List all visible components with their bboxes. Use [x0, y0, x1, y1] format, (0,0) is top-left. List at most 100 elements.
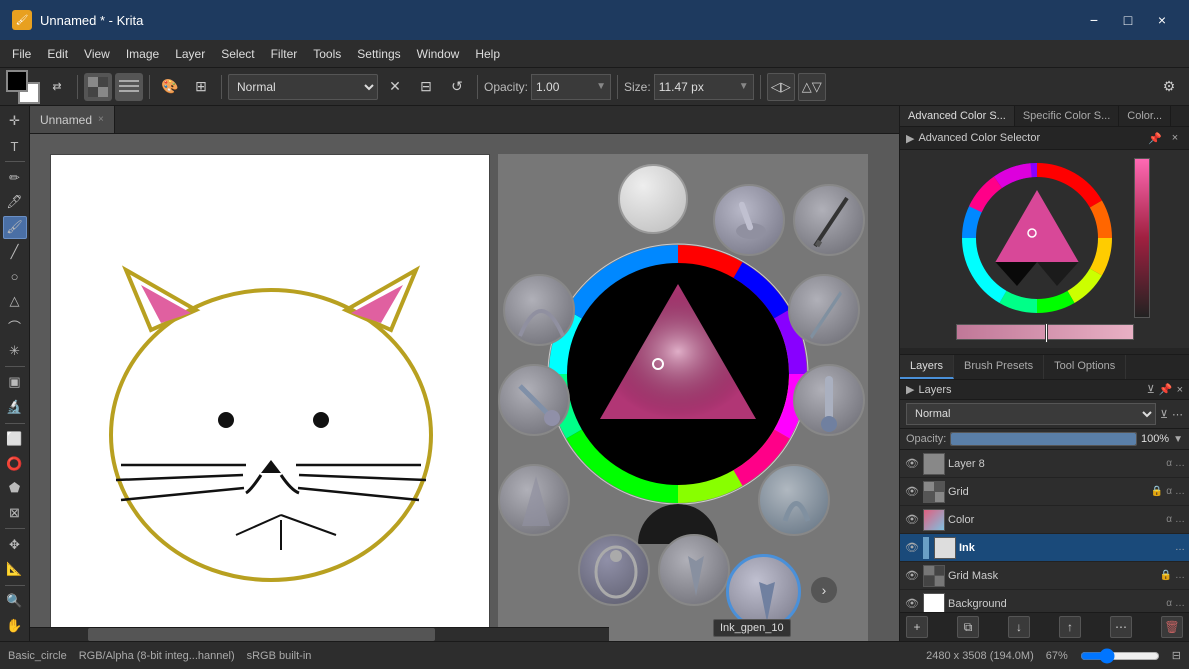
tab-brush-presets[interactable]: Brush Presets — [954, 355, 1044, 379]
tool-select-rect[interactable]: ⬜ — [3, 427, 27, 450]
menu-image[interactable]: Image — [118, 45, 167, 63]
size-spinbox[interactable]: ▼ — [654, 74, 754, 100]
blend-filter-icon[interactable]: ⊻ — [1160, 408, 1168, 421]
menu-help[interactable]: Help — [467, 45, 508, 63]
tool-measure[interactable]: 📐 — [3, 558, 27, 581]
brush-circle-l2[interactable] — [498, 364, 570, 436]
menu-view[interactable]: View — [76, 45, 118, 63]
tab-layers[interactable]: Layers — [900, 355, 954, 379]
layer-item-gridmask[interactable]: 👁 Grid Mask 🔒 … — [900, 562, 1189, 590]
menu-layer[interactable]: Layer — [167, 45, 213, 63]
canvas-transform-button[interactable]: ⊞ — [187, 73, 215, 101]
layers-close-button[interactable]: × — [1177, 384, 1183, 396]
canvas-tab-close[interactable]: × — [98, 114, 104, 125]
blend-mode-select[interactable]: Normal Multiply Screen Overlay — [228, 74, 378, 100]
tool-colorpicker[interactable]: 🔬 — [3, 396, 27, 419]
menu-edit[interactable]: Edit — [39, 45, 76, 63]
layer-eye-background[interactable]: 👁 — [904, 596, 920, 612]
color-tab-color[interactable]: Color... — [1119, 106, 1171, 126]
layer-eye-grid[interactable]: 👁 — [904, 484, 920, 500]
canvas-hscroll[interactable] — [30, 627, 609, 641]
maximize-button[interactable]: □ — [1113, 8, 1143, 32]
swap-colors-button[interactable]: ⇄ — [43, 73, 71, 101]
color-tab-advanced[interactable]: Advanced Color S... — [900, 106, 1015, 126]
tool-transform[interactable]: ✛ — [3, 110, 27, 133]
pattern-button[interactable] — [115, 73, 143, 101]
eraser-button[interactable]: ✕ — [381, 73, 409, 101]
brush-next-button[interactable]: › — [810, 576, 838, 604]
tab-tool-options[interactable]: Tool Options — [1044, 355, 1126, 379]
reset-button[interactable]: ↺ — [443, 73, 471, 101]
opacity-slider[interactable] — [950, 432, 1137, 446]
tool-select-ellipse[interactable]: ⭕ — [3, 452, 27, 475]
tool-fill[interactable]: ▣ — [3, 371, 27, 394]
brush-circle-r1[interactable] — [788, 274, 860, 346]
canvas-tab-unnamed[interactable]: Unnamed × — [30, 106, 115, 133]
layer-eye-ink[interactable]: 👁 — [904, 540, 920, 556]
tool-zoom[interactable]: 🔍 — [3, 590, 27, 613]
layer-item-layer8[interactable]: 👁 Layer 8 α … — [900, 450, 1189, 478]
layer-item-background[interactable]: 👁 Background α … — [900, 590, 1189, 612]
layer-blend-select[interactable]: Normal Multiply Screen — [906, 403, 1156, 425]
alpha-lock-button[interactable]: ⊟ — [412, 73, 440, 101]
checkerboard-button[interactable] — [84, 73, 112, 101]
tool-brush[interactable]: 🖌 — [3, 216, 27, 239]
tool-calligraphy[interactable]: 🖊 — [3, 191, 27, 214]
menu-file[interactable]: File — [4, 45, 39, 63]
color-selector-pin-button[interactable]: 📌 — [1147, 130, 1163, 146]
tool-select-path[interactable]: ⊠ — [3, 502, 27, 525]
layer-properties-button[interactable]: ⋯ — [1110, 616, 1132, 638]
canvas-left[interactable] — [50, 154, 490, 641]
opacity-input[interactable] — [536, 80, 596, 94]
brush-circle-br1[interactable] — [758, 464, 830, 536]
brush-circle-l3[interactable] — [503, 274, 575, 346]
canvas-viewport[interactable]: › Ink_gpen_10 — [30, 134, 899, 641]
layer-item-color[interactable]: 👁 Color α … — [900, 506, 1189, 534]
mirror-v-button[interactable]: △▽ — [798, 73, 826, 101]
layer-duplicate-button[interactable]: ⧉ — [957, 616, 979, 638]
tool-pan[interactable]: ✋ — [3, 614, 27, 637]
brush-circle-l1[interactable] — [498, 464, 570, 536]
brush-circle-top[interactable] — [618, 164, 688, 234]
size-input[interactable] — [659, 80, 734, 94]
menu-settings[interactable]: Settings — [349, 45, 408, 63]
menu-tools[interactable]: Tools — [305, 45, 349, 63]
tool-polygon[interactable]: △ — [3, 290, 27, 313]
brush-circle-r2[interactable] — [793, 364, 865, 436]
hscroll-thumb[interactable] — [88, 628, 435, 641]
color-slider-thumb[interactable] — [1045, 323, 1048, 343]
menu-filter[interactable]: Filter — [263, 45, 306, 63]
layer-delete-button[interactable]: 🗑 — [1161, 616, 1183, 638]
brush-circle-tr2[interactable] — [793, 184, 865, 256]
color-wheel-area[interactable] — [900, 150, 1189, 348]
menu-select[interactable]: Select — [213, 45, 262, 63]
layers-filter-icon[interactable]: ⊻ — [1147, 383, 1155, 396]
layer-item-grid[interactable]: 👁 Grid 🔒 α … — [900, 478, 1189, 506]
menu-window[interactable]: Window — [409, 45, 468, 63]
tool-line[interactable]: ╱ — [3, 241, 27, 264]
layers-pin-button[interactable]: 📌 — [1159, 383, 1173, 396]
brush-circle-bc2[interactable] — [578, 534, 650, 606]
opacity-expand-icon[interactable]: ▼ — [1173, 434, 1183, 445]
layer-add-button[interactable]: + — [906, 616, 928, 638]
brush-circle-tr1[interactable] — [713, 184, 785, 256]
zoom-slider[interactable] — [1080, 650, 1160, 662]
tool-text[interactable]: T — [3, 135, 27, 158]
color-setting-button[interactable]: 🎨 — [156, 73, 184, 101]
tool-ellipse[interactable]: ○ — [3, 265, 27, 288]
hue-strip[interactable] — [1134, 158, 1150, 318]
tool-path[interactable]: ⌒ — [3, 315, 27, 338]
blend-options-icon[interactable]: ⋯ — [1172, 408, 1183, 421]
layer-eye-gridmask[interactable]: 👁 — [904, 568, 920, 584]
tool-move[interactable]: ✥ — [3, 533, 27, 556]
canvas-right[interactable]: › Ink_gpen_10 — [498, 154, 868, 641]
color-slider-bar[interactable] — [956, 324, 1134, 340]
layer-item-ink[interactable]: 👁 Ink … — [900, 534, 1189, 562]
mirror-h-button[interactable]: ◁▷ — [767, 73, 795, 101]
foreground-swatch[interactable] — [6, 70, 28, 92]
color-selector-close-button[interactable]: × — [1167, 130, 1183, 146]
layer-eye-color[interactable]: 👁 — [904, 512, 920, 528]
layer-eye-layer8[interactable]: 👁 — [904, 456, 920, 472]
tool-select-poly[interactable]: ⬟ — [3, 477, 27, 500]
close-button[interactable]: × — [1147, 8, 1177, 32]
